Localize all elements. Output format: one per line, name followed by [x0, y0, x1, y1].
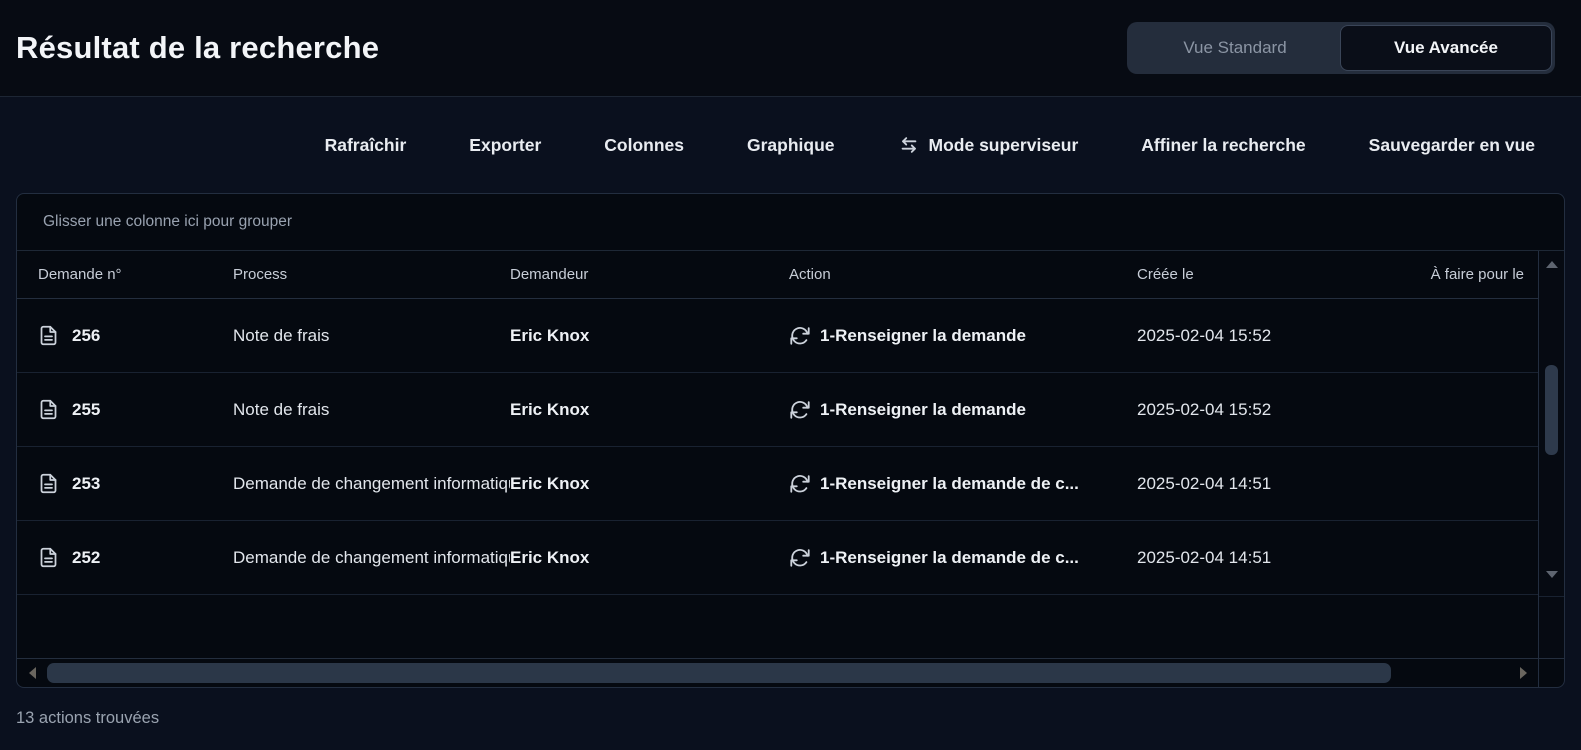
export-button[interactable]: Exporter [469, 135, 541, 156]
refresh-button[interactable]: Rafraîchir [325, 135, 407, 156]
scrollbar-separator [1539, 596, 1564, 597]
supervisor-mode-button[interactable]: Mode superviseur [898, 134, 1079, 156]
action-cell: 1-Renseigner la demande de c... [820, 548, 1079, 568]
requester-cell: Eric Knox [510, 474, 789, 494]
table-row[interactable]: 253 Demande de changement informatiqueEri… [17, 447, 1538, 521]
process-cell: Note de frais [233, 400, 510, 420]
table-row[interactable]: 252 Demande de changement informatiqueEri… [17, 521, 1538, 595]
title-bar: Résultat de la recherche Vue Standard Vu… [0, 0, 1581, 97]
save-as-view-button[interactable]: Sauvegarder en vue [1369, 135, 1535, 156]
request-number: 253 [72, 474, 100, 494]
column-header-process[interactable]: Process [233, 266, 510, 283]
column-header-creee-le[interactable]: Créée le [1137, 266, 1373, 283]
save-as-view-label: Sauvegarder en vue [1369, 135, 1535, 156]
group-hint-label: Glisser une colonne ici pour grouper [43, 213, 292, 231]
action-cell: 1-Renseigner la demande de c... [820, 474, 1079, 494]
status-bar: 13 actions trouvées [0, 688, 1581, 748]
group-by-dropzone[interactable]: Glisser une colonne ici pour grouper [17, 194, 1564, 251]
grid-body: Demande n° Process Demandeur Action Créé… [17, 251, 1564, 658]
toolbar: Rafraîchir Exporter Colonnes Graphique M… [0, 97, 1581, 193]
column-header-demande[interactable]: Demande n° [17, 266, 233, 283]
column-header-demandeur[interactable]: Demandeur [510, 266, 789, 283]
view-advanced-button[interactable]: Vue Avancée [1340, 25, 1552, 71]
vertical-scrollbar[interactable] [1538, 251, 1564, 658]
refine-search-label: Affiner la recherche [1141, 135, 1305, 156]
table-header-row: Demande n° Process Demandeur Action Créé… [17, 251, 1538, 299]
process-cell: Demande de changement informatique [233, 474, 510, 494]
results-grid: Glisser une colonne ici pour grouper Dem… [16, 193, 1565, 688]
columns-label: Colonnes [604, 135, 684, 156]
refine-search-button[interactable]: Affiner la recherche [1141, 135, 1305, 156]
columns-button[interactable]: Colonnes [604, 135, 684, 156]
action-cell: 1-Renseigner la demande [820, 326, 1026, 346]
document-icon [38, 397, 59, 422]
created-date-cell: 2025-02-04 14:51 [1137, 474, 1373, 494]
process-cell: Demande de changement informatique [233, 548, 510, 568]
scroll-right-arrow-icon[interactable] [1508, 667, 1538, 679]
request-number: 255 [72, 400, 100, 420]
column-header-action[interactable]: Action [789, 266, 1137, 283]
sync-action-icon [789, 325, 811, 347]
page-title: Résultat de la recherche [16, 30, 379, 66]
chart-button[interactable]: Graphique [747, 135, 835, 156]
column-header-a-faire-pour-le[interactable]: À faire pour le [1373, 266, 1538, 283]
export-label: Exporter [469, 135, 541, 156]
created-date-cell: 2025-02-04 15:52 [1137, 400, 1373, 420]
request-number: 256 [72, 326, 100, 346]
vertical-scrollbar-thumb[interactable] [1545, 365, 1558, 455]
horizontal-scrollbar-thumb[interactable] [47, 663, 1391, 683]
sync-action-icon [789, 399, 811, 421]
sync-action-icon [789, 547, 811, 569]
chart-label: Graphique [747, 135, 835, 156]
supervisor-mode-label: Mode superviseur [929, 135, 1079, 156]
empty-grid-space [17, 595, 1538, 658]
sync-action-icon [789, 473, 811, 495]
document-icon [38, 471, 59, 496]
scrollbar-corner [1538, 659, 1564, 687]
scroll-left-arrow-icon[interactable] [17, 667, 47, 679]
refresh-label: Rafraîchir [325, 135, 407, 156]
table-row[interactable]: 256 Note de fraisEric Knox 1-Renseigner l… [17, 299, 1538, 373]
grid-main: Demande n° Process Demandeur Action Créé… [17, 251, 1538, 658]
requester-cell: Eric Knox [510, 326, 789, 346]
requester-cell: Eric Knox [510, 548, 789, 568]
horizontal-scrollbar-track[interactable] [47, 659, 1508, 687]
scroll-down-arrow-icon[interactable] [1546, 571, 1558, 578]
request-number: 252 [72, 548, 100, 568]
created-date-cell: 2025-02-04 14:51 [1137, 548, 1373, 568]
process-cell: Note de frais [233, 326, 510, 346]
table-row[interactable]: 255 Note de fraisEric Knox 1-Renseigner l… [17, 373, 1538, 447]
horizontal-scrollbar[interactable] [17, 658, 1564, 687]
created-date-cell: 2025-02-04 15:52 [1137, 326, 1373, 346]
requester-cell: Eric Knox [510, 400, 789, 420]
document-icon [38, 323, 59, 348]
view-standard-button[interactable]: Vue Standard [1130, 25, 1340, 71]
swap-arrows-icon [898, 134, 920, 156]
document-icon [38, 545, 59, 570]
view-mode-toggle: Vue Standard Vue Avancée [1127, 22, 1555, 74]
action-cell: 1-Renseigner la demande [820, 400, 1026, 420]
scroll-up-arrow-icon[interactable] [1546, 261, 1558, 268]
result-count-label: 13 actions trouvées [16, 709, 159, 728]
